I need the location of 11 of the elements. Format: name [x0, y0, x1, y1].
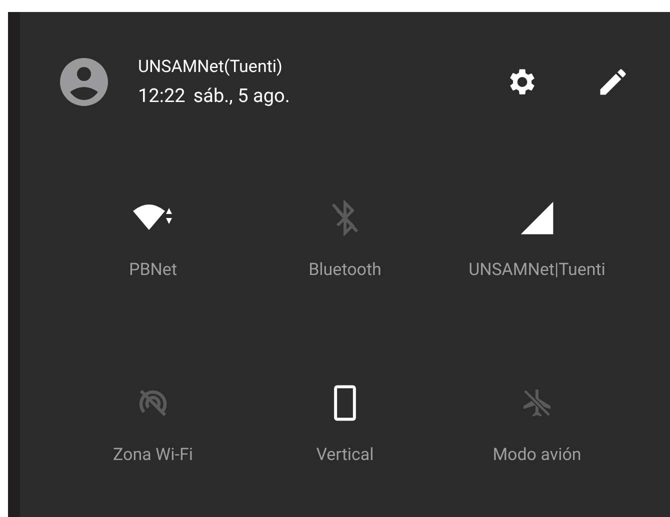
- tile-label[interactable]: Bluetooth: [308, 260, 382, 280]
- clock-time: 12:22: [138, 82, 186, 108]
- tile-label[interactable]: UNSAMNet|Tuenti: [468, 260, 606, 280]
- tile-label[interactable]: Modo avión: [492, 445, 582, 465]
- date-text: sáb., 5 ago.: [193, 82, 290, 108]
- tile-label[interactable]: PBNet: [128, 260, 178, 280]
- tile-label[interactable]: Zona Wi-Fi: [112, 445, 193, 465]
- tile-label[interactable]: Vertical: [316, 445, 374, 465]
- phone-icon[interactable]: [332, 385, 358, 421]
- user-avatar-icon[interactable]: [60, 58, 108, 106]
- network-name: UNSAMNet(Tuenti): [138, 56, 284, 78]
